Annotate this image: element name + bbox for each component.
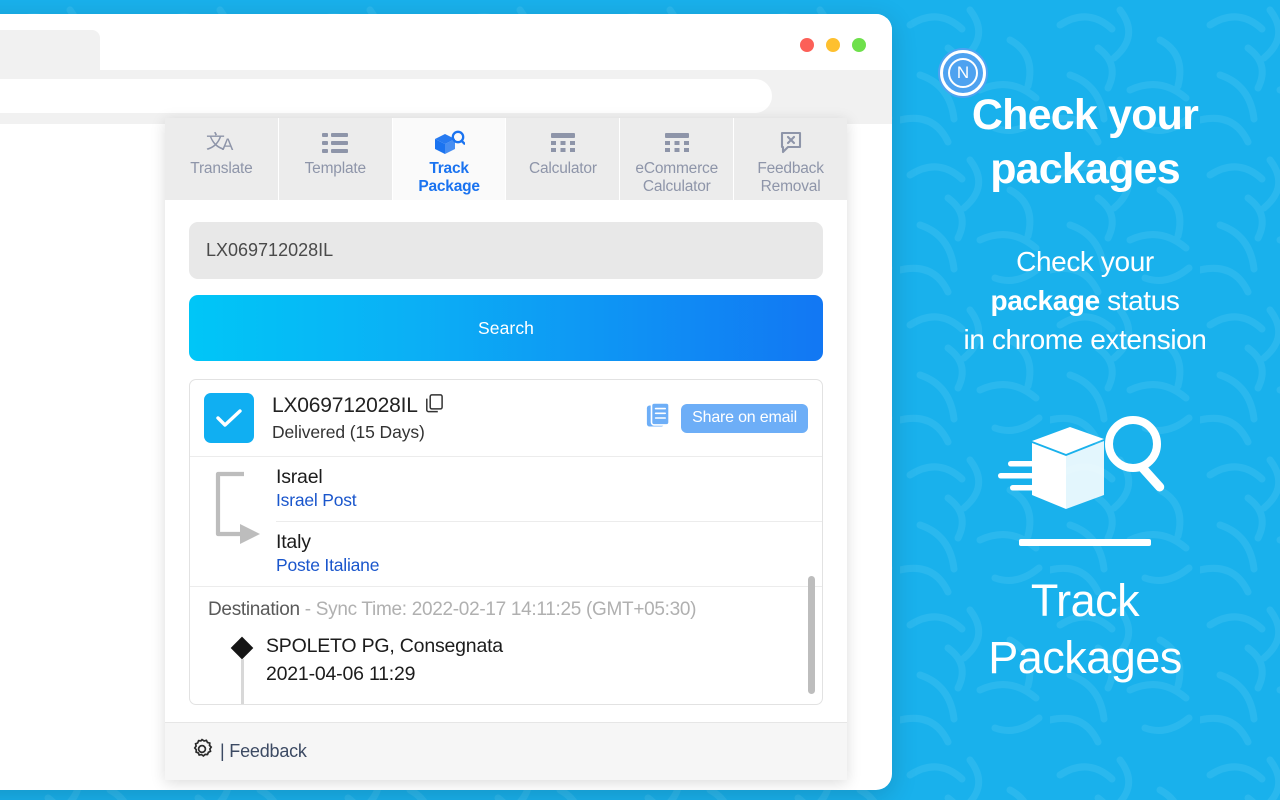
close-window-button[interactable] — [800, 38, 814, 52]
browser-tab-strip — [0, 14, 892, 70]
promo-footline: Track Packages — [988, 572, 1182, 686]
result-status: Delivered (15 Days) — [272, 421, 425, 442]
tab-feedback-removal[interactable]: Feedback Removal — [734, 118, 847, 200]
browser-window: 文 A Translate Template Track Package Cal… — [0, 14, 892, 790]
tab-calculator[interactable]: Calculator — [506, 118, 621, 200]
event-timeline: SPOLETO PG, Consegnata 2021-04-06 11:29 — [208, 635, 808, 704]
copy-icon[interactable] — [425, 393, 443, 419]
destination-label: Destination — [208, 599, 300, 620]
sync-time: - Sync Time: 2022-02-17 14:11:25 (GMT+05… — [304, 599, 697, 620]
package-search-icon — [433, 129, 466, 157]
browser-tab[interactable] — [0, 30, 100, 70]
extension-popup: 文 A Translate Template Track Package Cal… — [165, 118, 847, 780]
extension-badge[interactable]: N — [940, 50, 986, 96]
promo-sub-rest: status — [1099, 285, 1180, 316]
promo-sub-bold: package — [990, 285, 1101, 316]
search-button[interactable]: Search — [189, 295, 823, 361]
promo-panel: Check your packages Check your package s… — [890, 0, 1280, 800]
promo-sub-line3: in chrome extension — [963, 324, 1207, 355]
event-title: SPOLETO PG, Consegnata — [266, 635, 503, 657]
route-country: Italy — [276, 531, 311, 553]
extension-body: Search LX069712028IL — [165, 200, 847, 778]
maximize-window-button[interactable] — [852, 38, 866, 52]
list-icon — [322, 129, 349, 157]
route-section: Israel Israel Post Italy Poste Italiane — [190, 457, 822, 587]
tab-label-2: Calculator — [642, 177, 711, 195]
route-carrier-link[interactable]: Israel Post — [276, 490, 822, 511]
calculator-icon — [549, 129, 577, 157]
check-icon — [216, 409, 242, 427]
promo-headline: Check your packages — [971, 91, 1199, 193]
promo-footline-2: Packages — [988, 632, 1182, 683]
tab-label: Feedback — [757, 160, 824, 177]
tab-label-2: Package — [418, 177, 480, 195]
tracking-result-card: LX069712028IL Delivered (15 Days) Share … — [189, 379, 823, 705]
route-row: Italy Poste Italiane — [276, 521, 822, 586]
timeline-diamond-icon — [230, 636, 254, 660]
route-bracket-icon — [215, 471, 260, 544]
extension-footer: | Feedback — [165, 722, 847, 780]
route-row: Israel Israel Post — [276, 457, 822, 521]
promo-sub-line1: Check your — [1016, 246, 1154, 277]
result-card-scrollbar[interactable] — [808, 576, 815, 694]
timeline-line — [241, 659, 244, 704]
tab-template[interactable]: Template — [278, 118, 393, 200]
tab-label: Translate — [190, 160, 253, 177]
delivered-check-badge — [204, 393, 254, 443]
tab-label: eCommerce — [635, 160, 719, 177]
browser-toolbar — [0, 70, 892, 124]
tab-label-2: Removal — [760, 177, 821, 195]
tab-track-package[interactable]: Track Package — [392, 118, 507, 200]
route-carrier-link[interactable]: Poste Italiane — [276, 555, 822, 576]
share-on-email-button[interactable]: Share on email — [681, 403, 808, 433]
result-card-header: LX069712028IL Delivered (15 Days) Share … — [190, 380, 822, 457]
result-tracking-number: LX069712028IL — [272, 394, 418, 417]
screenshot-root: 文 A Translate Template Track Package Cal… — [0, 0, 1280, 800]
tab-label: Calculator — [529, 160, 597, 177]
documents-icon[interactable] — [646, 401, 672, 435]
minimize-window-button[interactable] — [826, 38, 840, 52]
promo-subtext: Check your package status in chrome exte… — [964, 242, 1207, 359]
tab-translate[interactable]: 文 A Translate — [165, 118, 279, 200]
route-country: Israel — [276, 466, 323, 488]
tab-label: Track — [429, 160, 469, 177]
destination-section: Destination - Sync Time: 2022-02-17 14:1… — [190, 587, 822, 704]
extension-badge-letter: N — [948, 58, 978, 88]
result-tracking-number-row: LX069712028IL — [272, 393, 646, 419]
tracking-number-input[interactable] — [189, 222, 823, 279]
feedback-link[interactable]: | Feedback — [220, 741, 307, 762]
window-controls — [800, 38, 866, 52]
tab-ecommerce-calculator[interactable]: eCommerce Calculator — [620, 118, 735, 200]
address-bar[interactable] — [0, 79, 772, 113]
destination-header: Destination - Sync Time: 2022-02-17 14:1… — [208, 599, 808, 621]
promo-footline-1: Track — [1030, 575, 1140, 626]
translate-icon: 文 A — [206, 129, 236, 157]
package-magnifier-icon — [998, 416, 1165, 509]
svg-text:A: A — [222, 135, 234, 154]
gear-icon[interactable] — [191, 738, 213, 765]
feedback-removal-icon — [778, 129, 804, 157]
promo-divider — [1019, 539, 1151, 546]
extension-tab-bar: 文 A Translate Template Track Package Cal… — [165, 118, 847, 200]
tab-label: Template — [304, 160, 366, 177]
calculator-icon — [663, 129, 691, 157]
event-date: 2021-04-06 11:29 — [266, 663, 416, 685]
